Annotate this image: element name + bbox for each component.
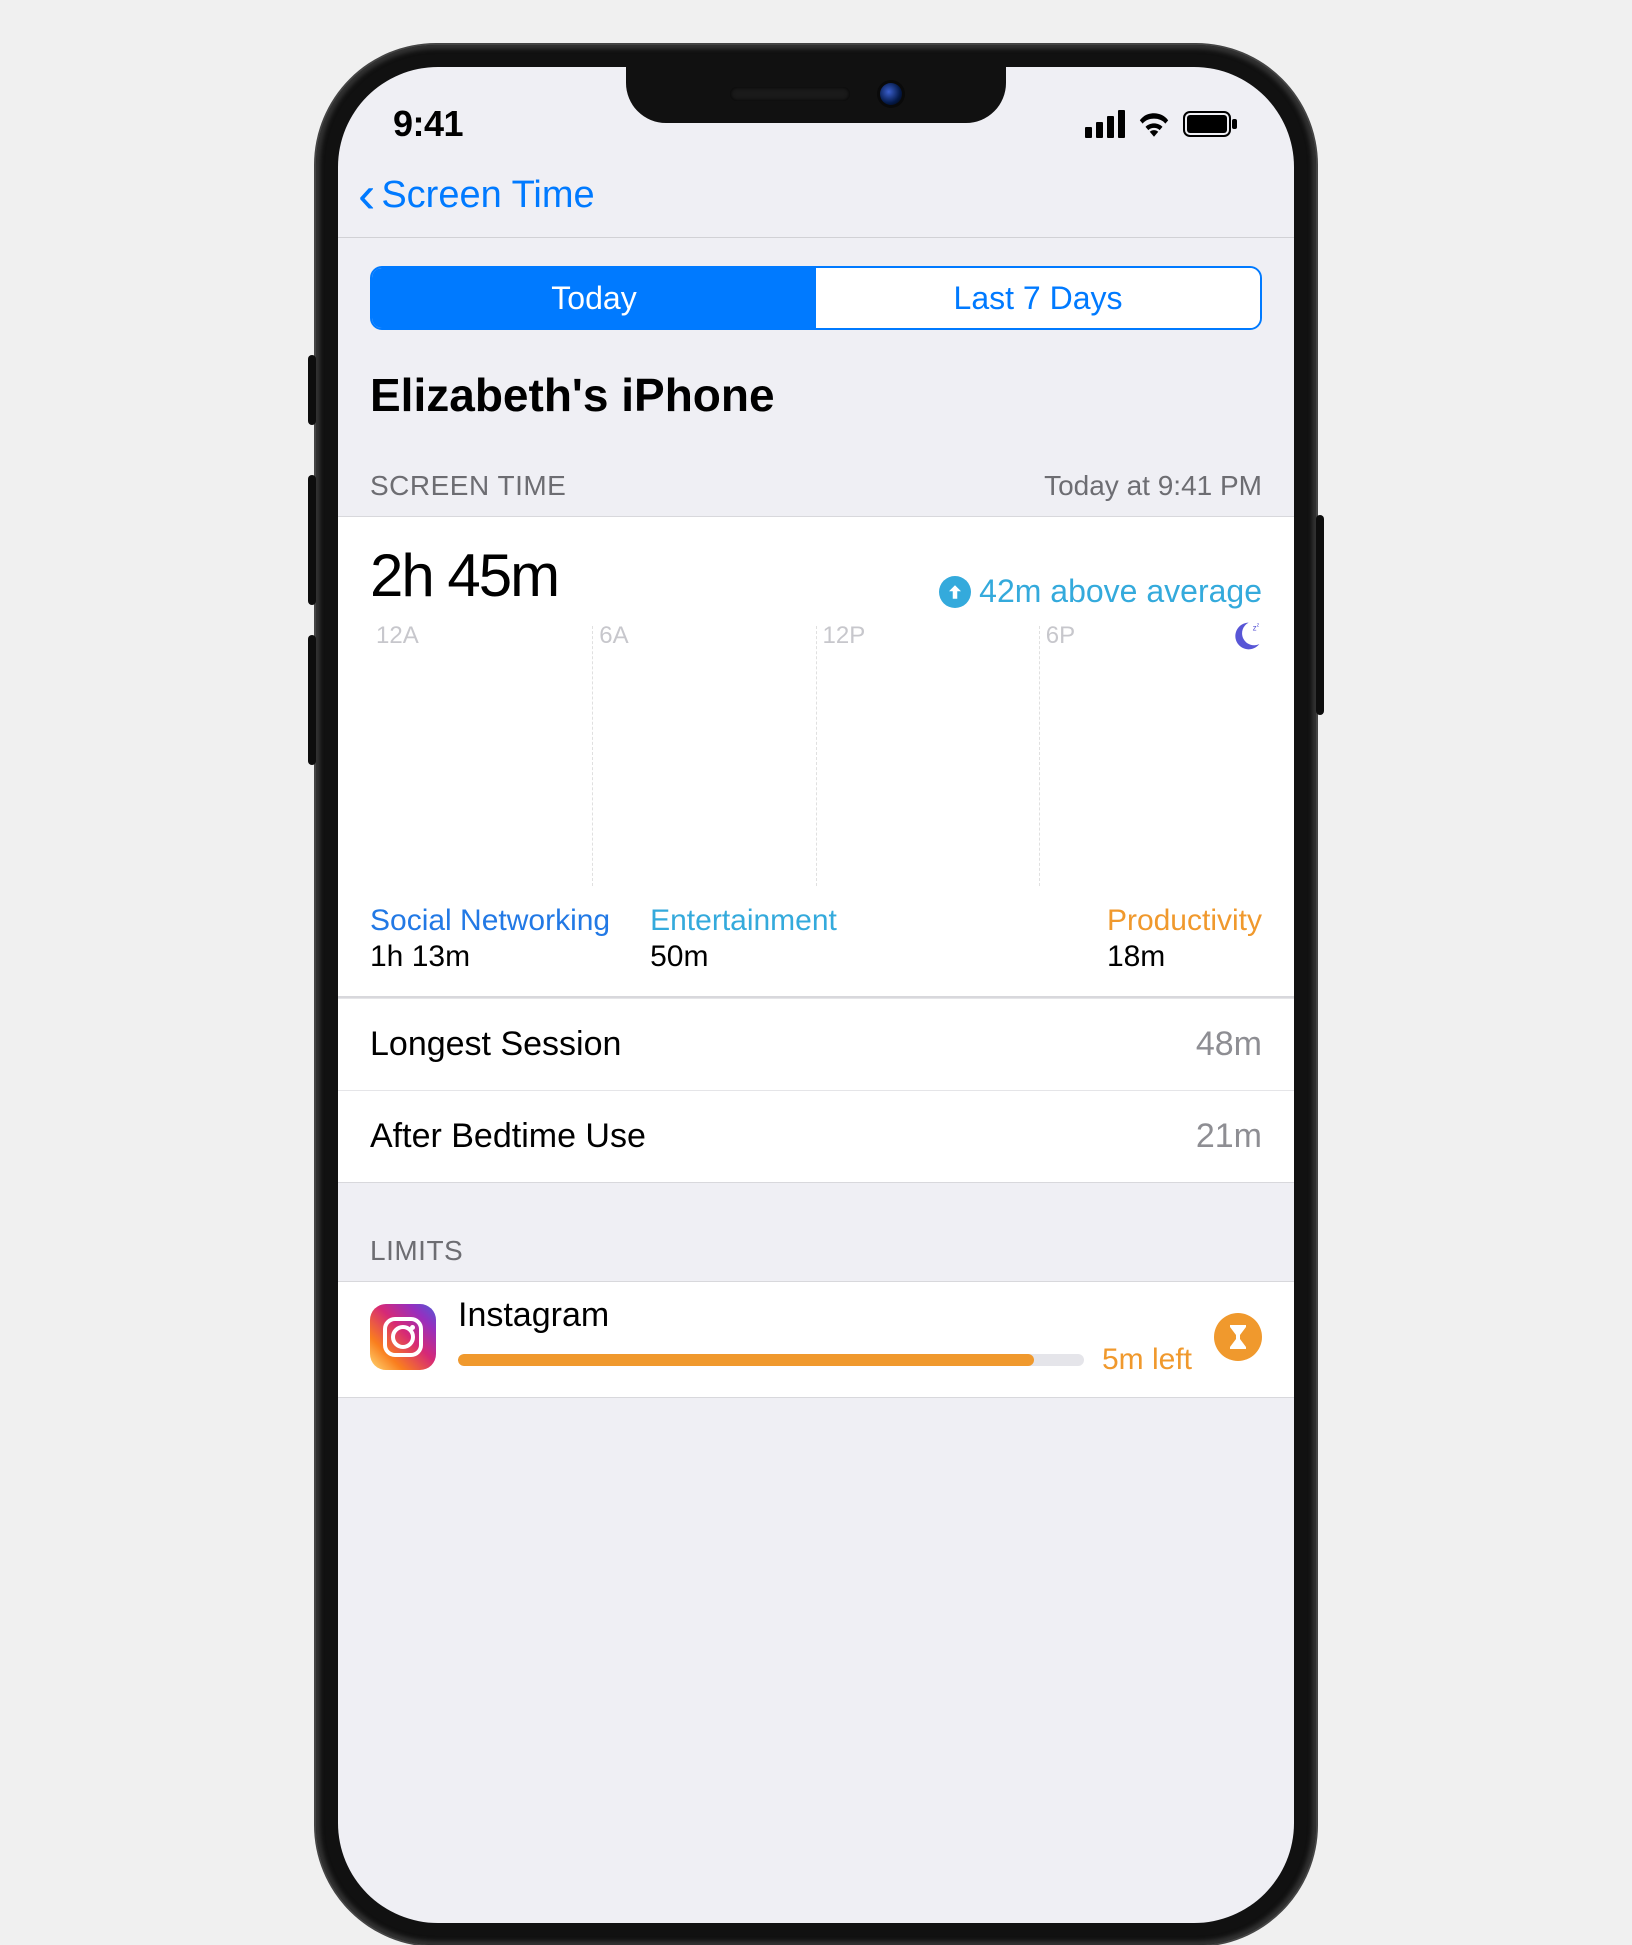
battery-icon [1183,111,1239,137]
up-arrow-icon [939,576,971,608]
chart-legend: Social Networking 1h 13m Entertainment 5… [370,904,1262,974]
hourly-chart: 12A6A12P6P zz [370,626,1262,886]
segment-today[interactable]: Today [372,268,816,328]
limits-section-header: LIMITS [338,1183,1294,1281]
grid-label: 12A [376,622,419,650]
grid-label: 12P [823,622,866,650]
device-name: Elizabeth's iPhone [338,358,1294,460]
grid-label: 6A [599,622,628,650]
legend-productivity: Productivity 18m [1107,904,1262,974]
status-time: 9:41 [393,103,463,145]
stats-card: Longest Session 48m After Bedtime Use 21… [338,997,1294,1183]
svg-text:z: z [1257,623,1260,629]
section-timestamp: Today at 9:41 PM [1044,470,1262,502]
stat-longest-session[interactable]: Longest Session 48m [338,998,1294,1090]
limit-remaining: 5m left [1102,1343,1192,1377]
period-segmented-control: Today Last 7 Days [370,266,1262,330]
nav-bar: ‹ Screen Time [338,162,1294,238]
wifi-icon [1137,111,1171,137]
legend-entertainment: Entertainment 50m [650,904,837,974]
limits-card: Instagram 5m left [338,1281,1294,1398]
cellular-icon [1085,110,1125,138]
screen-time-section-header: SCREEN TIME Today at 9:41 PM [338,460,1294,516]
hourglass-icon [1214,1313,1262,1361]
limit-progress-bar [458,1354,1084,1366]
total-screen-time: 2h 45m [370,541,558,610]
bedtime-moon-icon: zz [1230,620,1262,657]
section-label: SCREEN TIME [370,470,566,502]
back-button[interactable]: Screen Time [381,174,594,217]
stat-after-bedtime[interactable]: After Bedtime Use 21m [338,1090,1294,1182]
average-comparison: 42m above average [939,573,1262,610]
legend-social: Social Networking 1h 13m [370,904,610,974]
back-chevron-icon[interactable]: ‹ [358,175,375,217]
segment-last-7-days[interactable]: Last 7 Days [816,268,1260,328]
screen-time-card: 2h 45m 42m above average 12A6A12P6P zz S… [338,516,1294,997]
limit-app-name: Instagram [458,1296,1192,1335]
limit-row-instagram[interactable]: Instagram 5m left [338,1282,1294,1397]
instagram-icon [370,1304,436,1370]
grid-label: 6P [1046,622,1075,650]
